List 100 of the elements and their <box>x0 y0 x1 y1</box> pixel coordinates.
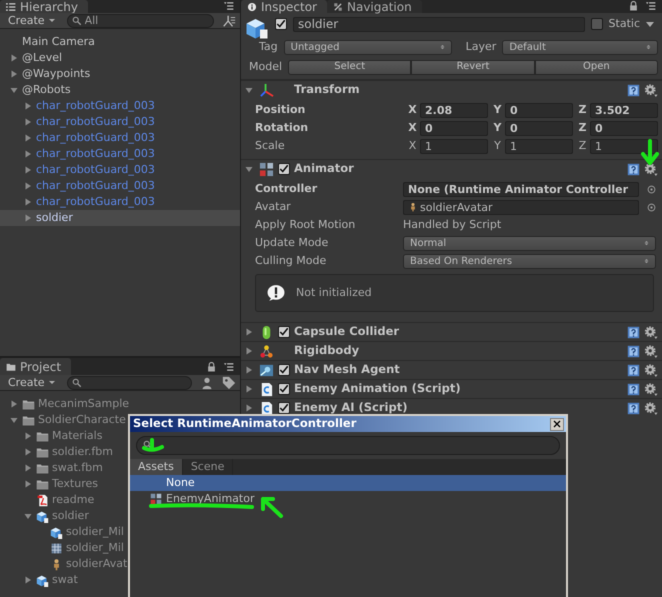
panel-tab[interactable]: Navigation <box>326 0 422 13</box>
number-field[interactable]: 0 <box>420 120 488 136</box>
checkbox[interactable] <box>275 18 287 30</box>
disclosure-triangle-right-icon[interactable] <box>24 166 32 174</box>
tree-item[interactable]: soldier_Mil <box>0 540 240 556</box>
gear-icon[interactable] <box>644 326 658 338</box>
type-filter-icon[interactable] <box>200 376 214 390</box>
list-item[interactable]: None <box>130 475 566 491</box>
number-field[interactable]: 1 <box>590 138 658 154</box>
disclosure-triangle-right-icon[interactable] <box>245 347 253 355</box>
tree-item[interactable]: soldier.fbm <box>0 444 240 460</box>
panel-tab[interactable]: Hierarchy <box>0 0 88 13</box>
disclosure-triangle-right-icon[interactable] <box>24 182 32 190</box>
disclosure-triangle-right-icon[interactable] <box>24 464 32 472</box>
disclosure-triangle-right-icon[interactable] <box>245 404 253 412</box>
disclosure-triangle-right-icon[interactable] <box>245 328 253 336</box>
checkbox[interactable] <box>278 402 290 414</box>
tree-item[interactable]: char_robotGuard_003 <box>0 178 240 194</box>
help-icon[interactable] <box>627 84 640 96</box>
tree-item[interactable]: soldier_Mil <box>0 524 240 540</box>
number-field[interactable]: 0 <box>505 120 573 136</box>
disclosure-triangle-right-icon[interactable] <box>10 54 18 62</box>
tree-item[interactable]: swat <box>0 572 240 588</box>
disclosure-triangle-down-icon[interactable] <box>245 165 253 173</box>
checkbox[interactable] <box>278 326 290 338</box>
disclosure-triangle-right-icon[interactable] <box>10 400 18 408</box>
help-icon[interactable] <box>627 326 640 338</box>
create-dropdown[interactable]: Create <box>4 14 59 28</box>
number-field[interactable]: 0 <box>505 102 573 118</box>
disclosure-triangle-down-icon[interactable] <box>24 512 32 520</box>
disclosure-triangle-right-icon[interactable] <box>24 576 32 584</box>
menu-icon[interactable] <box>644 1 658 11</box>
number-field[interactable]: 1 <box>420 138 488 154</box>
help-icon[interactable] <box>627 344 640 358</box>
lock-icon[interactable] <box>207 362 216 372</box>
tree-item[interactable]: soldier <box>0 508 240 524</box>
gear-icon[interactable] <box>644 84 658 96</box>
checkbox[interactable] <box>278 364 290 376</box>
mode-dropdown[interactable]: Normal <box>403 236 656 250</box>
panel-tab[interactable]: Project <box>0 358 72 375</box>
disclosure-triangle-right-icon[interactable] <box>24 480 32 488</box>
lock-icon[interactable] <box>629 1 638 11</box>
disclosure-triangle-right-icon[interactable] <box>245 366 253 374</box>
object-field[interactable]: soldierAvatar <box>403 200 639 214</box>
gear-icon[interactable] <box>644 402 658 414</box>
disclosure-triangle-right-icon[interactable] <box>245 385 253 393</box>
disclosure-triangle-right-icon[interactable] <box>24 134 32 142</box>
tree-item[interactable]: char_robotGuard_003 <box>0 130 240 146</box>
disclosure-triangle-right-icon[interactable] <box>24 118 32 126</box>
menu-icon[interactable] <box>222 1 236 11</box>
tag-dropdown[interactable]: Untagged <box>284 40 452 54</box>
model-button[interactable]: Open <box>534 60 658 74</box>
checkbox[interactable] <box>278 383 290 395</box>
number-field[interactable]: 0 <box>590 120 658 136</box>
tree-item[interactable]: char_robotGuard_003 <box>0 146 240 162</box>
tree-item[interactable]: @Level <box>0 50 240 66</box>
number-field[interactable]: 2.08 <box>420 102 488 118</box>
model-button[interactable]: Revert <box>411 60 535 74</box>
layer-dropdown[interactable]: Default <box>502 40 658 54</box>
disclosure-triangle-right-icon[interactable] <box>10 70 18 78</box>
search-field[interactable]: All <box>66 14 214 28</box>
tree-item[interactable]: Materials <box>0 428 240 444</box>
gear-icon[interactable] <box>644 364 658 376</box>
model-button[interactable]: Select <box>288 60 412 74</box>
number-field[interactable]: 3.502 <box>590 102 658 118</box>
gear-icon[interactable] <box>644 344 658 358</box>
object-field[interactable]: None (Runtime Animator Controller <box>403 182 639 196</box>
help-icon[interactable] <box>627 364 640 376</box>
list-item[interactable]: EnemyAnimator <box>130 491 566 507</box>
checkbox[interactable] <box>278 163 290 175</box>
tree-item[interactable]: soldierAvat <box>0 556 240 572</box>
mode-dropdown[interactable]: Based On Renderers <box>403 254 656 268</box>
gear-icon[interactable] <box>644 162 658 176</box>
tree-item[interactable]: char_robotGuard_003 <box>0 114 240 130</box>
gear-icon[interactable] <box>644 382 658 396</box>
disclosure-triangle-right-icon[interactable] <box>24 214 32 222</box>
help-icon[interactable] <box>627 162 640 176</box>
tree-item[interactable]: Main Camera <box>0 34 240 50</box>
hierarchy-filter-icon[interactable] <box>222 14 236 28</box>
disclosure-triangle-down-icon[interactable] <box>245 86 253 94</box>
disclosure-triangle-right-icon[interactable] <box>24 432 32 440</box>
tree-item[interactable]: soldier <box>0 210 240 226</box>
tree-item[interactable]: char_robotGuard_003 <box>0 98 240 114</box>
tree-item[interactable]: char_robotGuard_003 <box>0 162 240 178</box>
disclosure-triangle-right-icon[interactable] <box>24 102 32 110</box>
panel-tab[interactable]: Inspector <box>241 0 327 13</box>
number-field[interactable]: 1 <box>505 138 573 154</box>
help-icon[interactable] <box>627 402 640 414</box>
help-icon[interactable] <box>627 382 640 396</box>
search-field[interactable] <box>136 436 560 455</box>
disclosure-triangle-down-icon[interactable] <box>10 416 18 424</box>
tree-item[interactable]: @Waypoints <box>0 66 240 82</box>
close-button[interactable] <box>550 418 564 430</box>
disclosure-triangle-down-icon[interactable] <box>10 86 18 94</box>
tab[interactable]: Assets <box>130 459 183 475</box>
caret-icon[interactable] <box>646 22 654 26</box>
name-field[interactable]: soldier <box>293 16 585 32</box>
menu-icon[interactable] <box>222 362 236 372</box>
disclosure-triangle-right-icon[interactable] <box>24 198 32 206</box>
checkbox[interactable] <box>590 18 603 30</box>
